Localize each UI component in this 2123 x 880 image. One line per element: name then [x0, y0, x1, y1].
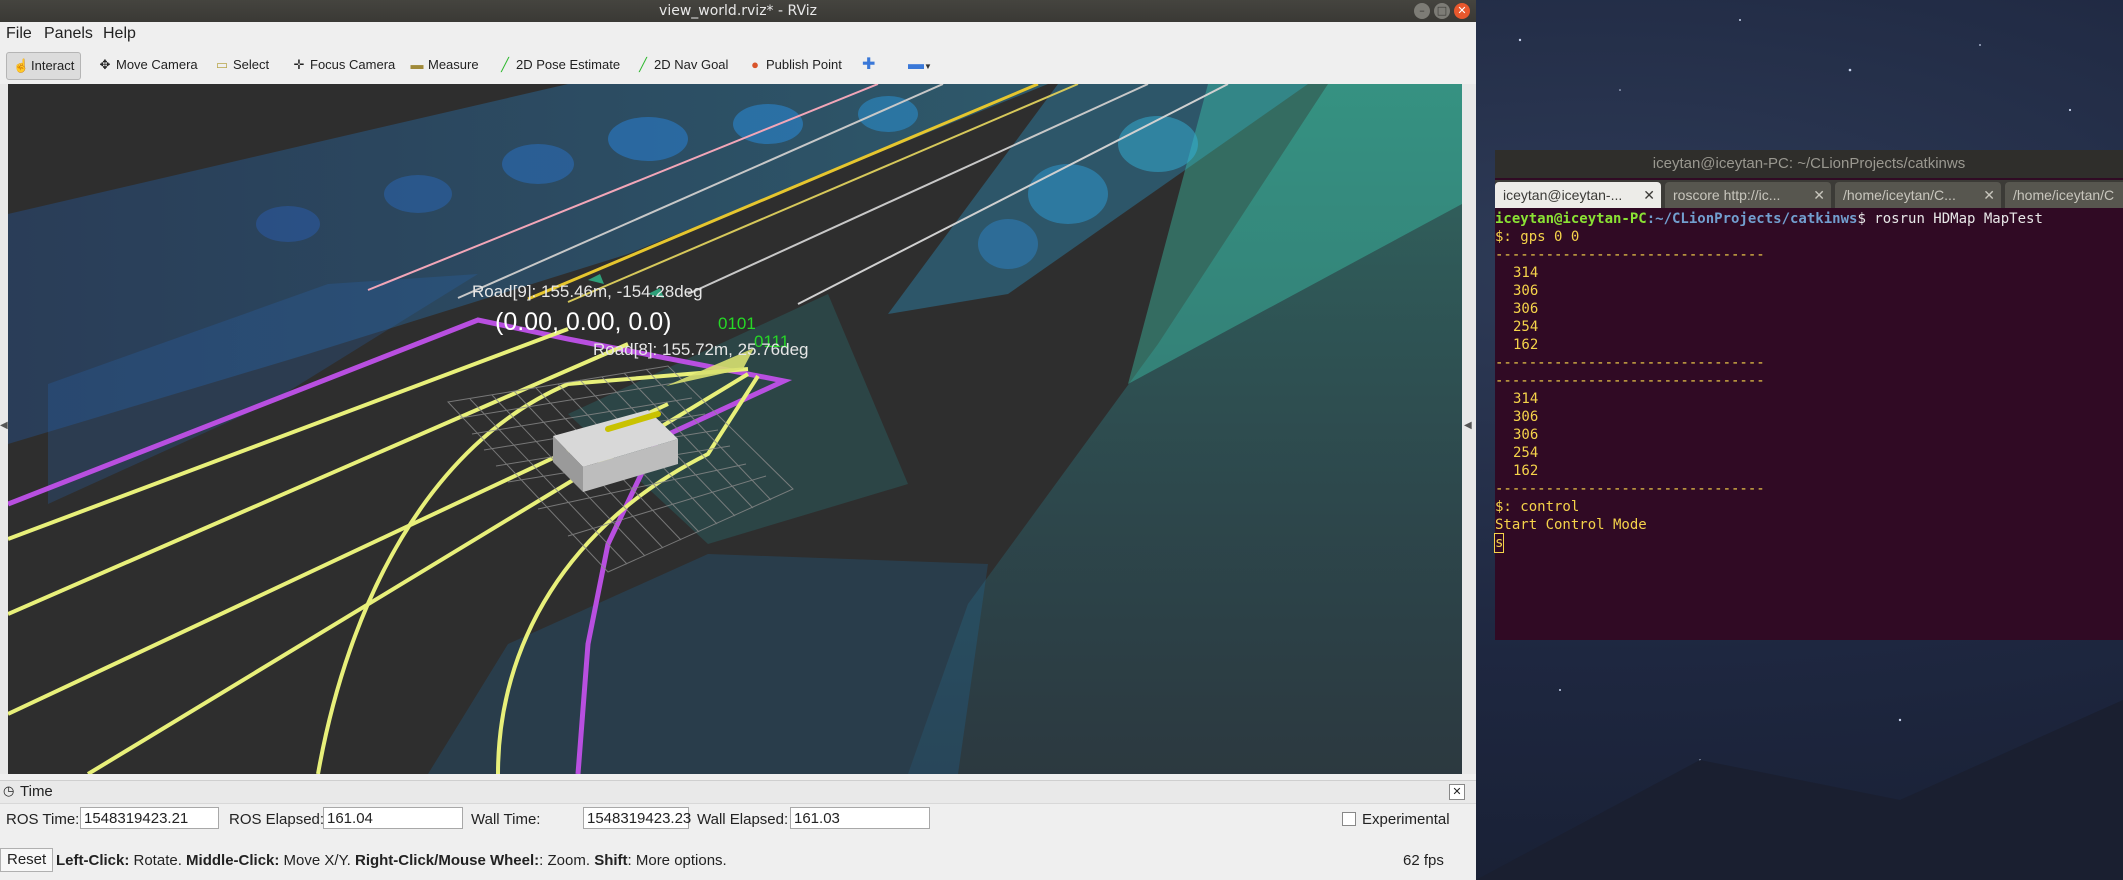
- terminal-cursor: s: [1493, 533, 1505, 553]
- move-icon: ✥: [99, 57, 111, 72]
- minimize-button[interactable]: –: [1414, 3, 1430, 19]
- clock-icon: ◷: [3, 783, 15, 798]
- output-value: 254: [1513, 319, 1539, 335]
- ros-time-label: ROS Time:: [6, 811, 80, 828]
- control-mode-line: Start Control Mode: [1495, 517, 1647, 533]
- menu-help[interactable]: Help: [103, 25, 136, 43]
- wall-elapsed-label: Wall Elapsed:: [697, 811, 789, 828]
- code-label-0101: 0101: [718, 314, 756, 333]
- terminal-tab-home-1[interactable]: /home/iceytan/C... ✕: [1835, 182, 2001, 208]
- time-panel: ◷ Time ✕ ROS Time: 1548319423.21 ROS Ela…: [0, 780, 1476, 880]
- gps-command-line: $: gps 0 0: [1495, 229, 1580, 245]
- experimental-checkbox[interactable]: [1342, 812, 1356, 826]
- interact-tool[interactable]: ☝ Interact: [6, 52, 82, 80]
- ros-elapsed-label: ROS Elapsed:: [229, 811, 325, 828]
- toolbar: ☝ Interact ✥ Move Camera ▭ Select ✛ Focus Ca…: [0, 46, 1476, 85]
- close-tab-icon[interactable]: ✕: [1643, 182, 1655, 208]
- measure-tool[interactable]: ▬ Measure: [410, 52, 479, 78]
- terminal-output[interactable]: iceytan@iceytan-PC:~/CLionProjects/catki…: [1493, 210, 2123, 640]
- select-box-icon: ▭: [215, 57, 229, 72]
- green-arrow-icon: ╱: [639, 57, 647, 72]
- output-value: 162: [1513, 463, 1539, 479]
- close-panel-icon[interactable]: ✕: [1449, 784, 1465, 800]
- terminal-tab-roscore[interactable]: roscore http://ic... ✕: [1665, 182, 1831, 208]
- nav-goal-tool[interactable]: ╱ 2D Nav Goal: [636, 52, 728, 78]
- output-value: 306: [1513, 427, 1539, 443]
- ros-time-field[interactable]: 1548319423.21: [80, 807, 219, 829]
- control-command-line: $: control: [1495, 499, 1580, 515]
- point-cloud-scene: [8, 84, 1462, 774]
- rviz-titlebar[interactable]: view_world.rviz* - RViz – □ ✕: [0, 0, 1476, 22]
- close-tab-icon[interactable]: ✕: [1983, 182, 1995, 208]
- output-value: 306: [1513, 283, 1539, 299]
- output-value: 306: [1513, 301, 1539, 317]
- menubar: File Panels Help: [0, 22, 1476, 46]
- experimental-label: Experimental: [1362, 811, 1450, 828]
- publish-point-tool[interactable]: ● Publish Point: [748, 52, 842, 78]
- remove-tool-icon[interactable]: ▬▼: [908, 52, 932, 78]
- hand-icon: ☝: [13, 58, 30, 73]
- menu-file[interactable]: File: [6, 25, 32, 43]
- output-value: 254: [1513, 445, 1539, 461]
- ros-elapsed-field[interactable]: 161.04: [323, 807, 463, 829]
- right-panel-splitter[interactable]: ◀: [1462, 84, 1476, 774]
- fps-counter: 62 fps: [1403, 852, 1444, 869]
- ruler-icon: ▬: [410, 57, 424, 72]
- separator-line: --------------------------------: [1495, 355, 1765, 371]
- origin-coordinate-label: (0.00, 0.00, 0.0): [495, 308, 672, 336]
- separator-line: --------------------------------: [1495, 373, 1765, 389]
- road9-label: Road[9]: 155.46m, -154.28deg: [472, 282, 703, 301]
- wall-elapsed-field[interactable]: 161.03: [790, 807, 930, 829]
- separator-line: --------------------------------: [1495, 481, 1765, 497]
- focus-icon: ✛: [293, 57, 305, 72]
- terminal-tab-bar: iceytan@iceytan-... ✕ roscore http://ic..…: [1495, 180, 2123, 208]
- terminal-tab-home-2[interactable]: /home/iceytan/C: [2005, 182, 2123, 208]
- status-bar: Reset Left-Click: Rotate. Middle-Click: …: [0, 844, 1476, 874]
- focus-camera-tool[interactable]: ✛ Focus Camera: [292, 52, 396, 78]
- reset-button[interactable]: Reset: [0, 848, 54, 872]
- terminal-tab-active[interactable]: iceytan@iceytan-... ✕: [1495, 182, 1661, 208]
- window-title: view_world.rviz* - RViz: [659, 3, 817, 19]
- road8-label: Road[8]: 155.72m, 25.76deg: [593, 340, 809, 359]
- pose-estimate-tool[interactable]: ╱ 2D Pose Estimate: [498, 52, 620, 78]
- select-tool[interactable]: ▭ Select: [215, 52, 269, 78]
- add-tool-icon[interactable]: ✚: [862, 52, 875, 78]
- wall-time-field[interactable]: 1548319423.23: [583, 807, 691, 829]
- output-value: 314: [1513, 265, 1539, 281]
- wall-time-label: Wall Time:: [471, 811, 541, 828]
- close-tab-icon[interactable]: ✕: [1813, 182, 1825, 208]
- rviz-window: view_world.rviz* - RViz – □ ✕ File Panel…: [0, 0, 1476, 880]
- output-value: 314: [1513, 391, 1539, 407]
- move-camera-tool[interactable]: ✥ Move Camera: [98, 52, 198, 78]
- time-panel-header: ◷ Time ✕: [0, 780, 1476, 804]
- 3d-viewport[interactable]: Road[9]: 155.46m, -154.28deg (0.00, 0.00…: [8, 84, 1462, 774]
- left-panel-splitter[interactable]: ◀: [0, 84, 8, 774]
- output-value: 162: [1513, 337, 1539, 353]
- close-button[interactable]: ✕: [1454, 3, 1470, 19]
- prompt-line: iceytan@iceytan-PC:~/CLionProjects/catki…: [1495, 211, 2043, 227]
- time-panel-title: Time: [20, 783, 53, 800]
- green-arrow-icon: ╱: [501, 57, 509, 72]
- map-pin-icon: ●: [751, 57, 759, 72]
- expand-left-icon[interactable]: ◀: [0, 420, 8, 431]
- expand-right-icon[interactable]: ◀: [1464, 420, 1472, 431]
- menu-panels[interactable]: Panels: [44, 25, 93, 43]
- output-value: 306: [1513, 409, 1539, 425]
- mouse-help-text: Left-Click: Rotate. Middle-Click: Move X…: [56, 852, 727, 869]
- maximize-button[interactable]: □: [1434, 3, 1450, 19]
- terminal-titlebar[interactable]: iceytan@iceytan-PC: ~/CLionProjects/catk…: [1495, 150, 2123, 178]
- separator-line: --------------------------------: [1495, 247, 1765, 263]
- terminal-window: iceytan@iceytan-PC: ~/CLionProjects/catk…: [1493, 150, 2123, 640]
